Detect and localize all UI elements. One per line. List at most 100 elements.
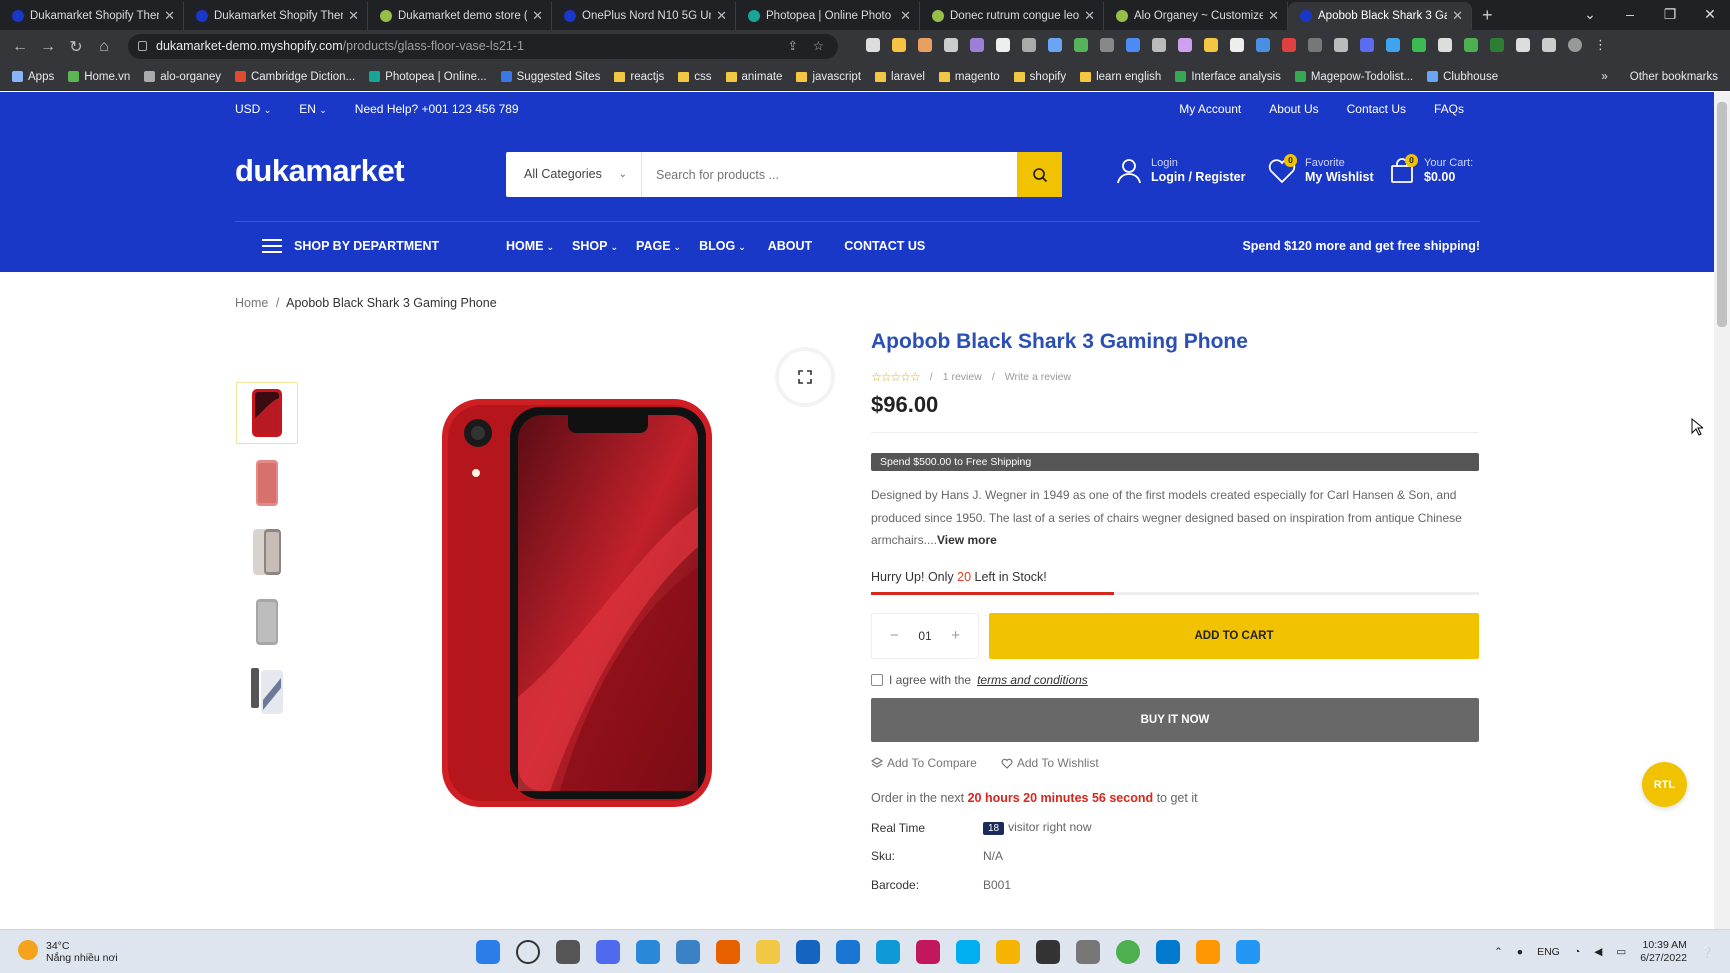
- minus-icon[interactable]: −: [890, 627, 899, 644]
- notification-icon[interactable]: ❔: [1701, 946, 1714, 959]
- nav-about[interactable]: ABOUT: [768, 239, 812, 253]
- breadcrumb-home[interactable]: Home: [235, 296, 268, 310]
- extension-icon[interactable]: [1126, 38, 1140, 52]
- close-icon[interactable]: ✕: [1452, 8, 1463, 24]
- app-icon[interactable]: [796, 940, 820, 964]
- extension-icon[interactable]: [1386, 38, 1400, 52]
- close-icon[interactable]: ✕: [164, 8, 175, 24]
- bookmark-apps[interactable]: Apps: [12, 71, 54, 83]
- scrollbar-thumb[interactable]: [1717, 102, 1727, 327]
- product-thumbnail[interactable]: [236, 660, 298, 722]
- nav-blog[interactable]: BLOG ⌄: [699, 239, 746, 253]
- home-icon[interactable]: ⌂: [90, 38, 118, 56]
- teams-icon[interactable]: [596, 940, 620, 964]
- bookmark-item[interactable]: Clubhouse: [1427, 71, 1498, 83]
- extension-icon[interactable]: [918, 38, 932, 52]
- extension-icon[interactable]: [996, 38, 1010, 52]
- sticky-notes-icon[interactable]: [756, 940, 780, 964]
- minimize-icon[interactable]: –: [1610, 0, 1650, 30]
- wishlist-link[interactable]: 0 Favorite My Wishlist: [1267, 154, 1374, 185]
- cart-link[interactable]: 0 Your Cart: $0.00: [1388, 154, 1473, 185]
- nav-home[interactable]: HOME ⌄: [506, 239, 554, 253]
- back-icon[interactable]: ←: [6, 38, 34, 56]
- lang-indicator[interactable]: ENG: [1537, 946, 1560, 958]
- forward-icon[interactable]: →: [34, 38, 62, 56]
- new-tab-icon[interactable]: +: [1482, 2, 1493, 30]
- add-to-wishlist-link[interactable]: Add To Wishlist: [1001, 756, 1099, 770]
- close-icon[interactable]: ✕: [1084, 8, 1095, 24]
- product-thumbnail[interactable]: [236, 591, 298, 653]
- product-thumbnail[interactable]: [236, 452, 298, 514]
- close-icon[interactable]: ✕: [900, 8, 911, 24]
- extension-icon[interactable]: [1178, 38, 1192, 52]
- language-select[interactable]: EN ⌄: [299, 102, 327, 116]
- sidepanel-icon[interactable]: [1542, 38, 1556, 52]
- extension-icon[interactable]: [1490, 38, 1504, 52]
- bookmark-item[interactable]: alo-organey: [144, 71, 221, 83]
- kebab-menu-icon[interactable]: ⋮: [1594, 38, 1608, 52]
- nav-page[interactable]: PAGE ⌄: [636, 239, 681, 253]
- nav-shop[interactable]: SHOP ⌄: [572, 239, 618, 253]
- about-us-link[interactable]: About Us: [1269, 102, 1318, 116]
- firefox-icon[interactable]: [716, 940, 740, 964]
- bookmark-item[interactable]: Home.vn: [68, 71, 130, 83]
- sublime-icon[interactable]: [1196, 940, 1220, 964]
- more-bookmarks-icon[interactable]: »: [1601, 71, 1607, 83]
- extension-icon[interactable]: [1438, 38, 1452, 52]
- file-explorer-icon[interactable]: [996, 940, 1020, 964]
- extension-icon[interactable]: [1230, 38, 1244, 52]
- bookmark-folder[interactable]: shopify: [1013, 71, 1066, 83]
- add-to-cart-button[interactable]: ADD TO CART: [989, 612, 1479, 659]
- chevron-up-icon[interactable]: ⌃: [1494, 946, 1503, 958]
- extension-icon[interactable]: [1074, 38, 1088, 52]
- volume-icon[interactable]: ◀: [1594, 946, 1602, 958]
- bookmark-item[interactable]: Suggested Sites: [500, 71, 600, 83]
- bookmark-folder[interactable]: javascript: [796, 71, 861, 83]
- todo-icon[interactable]: [636, 940, 660, 964]
- chrome-icon[interactable]: [1116, 940, 1140, 964]
- extension-icon[interactable]: [1360, 38, 1374, 52]
- app-icon[interactable]: [916, 940, 940, 964]
- shop-by-department[interactable]: SHOP BY DEPARTMENT: [262, 239, 439, 253]
- other-bookmarks[interactable]: Other bookmarks: [1630, 71, 1718, 83]
- notepad-icon[interactable]: [1236, 940, 1260, 964]
- write-review-link[interactable]: Write a review: [1005, 371, 1071, 383]
- puzzle-icon[interactable]: [1516, 38, 1530, 52]
- bookmark-item[interactable]: Magepow-Todolist...: [1294, 71, 1413, 83]
- close-icon[interactable]: ✕: [348, 8, 359, 24]
- extension-icon[interactable]: [892, 38, 906, 52]
- product-main-image[interactable]: [440, 397, 714, 809]
- extension-icon[interactable]: [1464, 38, 1478, 52]
- bookmark-star-icon[interactable]: ☆: [813, 34, 824, 59]
- contact-us-link[interactable]: Contact Us: [1347, 102, 1406, 116]
- mic-icon[interactable]: ●: [1517, 946, 1523, 958]
- windows-start-icon[interactable]: [476, 940, 500, 964]
- bookmark-folder[interactable]: css: [678, 71, 712, 83]
- search-button[interactable]: [1017, 152, 1062, 197]
- view-more-link[interactable]: View more: [937, 533, 997, 547]
- bookmark-item[interactable]: Photopea | Online...: [369, 71, 487, 83]
- extension-icon[interactable]: [1412, 38, 1426, 52]
- add-to-compare-link[interactable]: Add To Compare: [871, 756, 977, 770]
- page-scrollbar[interactable]: [1714, 92, 1730, 929]
- browser-tab[interactable]: Alo Organey ~ Customize ✕: [1104, 2, 1288, 30]
- extension-icon[interactable]: [1152, 38, 1166, 52]
- quantity-value[interactable]: 01: [918, 629, 931, 643]
- search-input[interactable]: [656, 152, 996, 197]
- extension-icon[interactable]: [944, 38, 958, 52]
- url-bar[interactable]: dukamarket-demo.myshopify.com/products/g…: [128, 34, 838, 59]
- extension-icon[interactable]: [1204, 38, 1218, 52]
- share-icon[interactable]: ⇪: [788, 34, 798, 59]
- bookmark-folder[interactable]: magento: [938, 71, 1000, 83]
- bookmark-folder[interactable]: laravel: [875, 71, 925, 83]
- weather-widget[interactable]: 34°C Nắng nhiều nơi: [18, 940, 118, 964]
- currency-select[interactable]: USD ⌄: [235, 102, 271, 116]
- login-link[interactable]: Login Login / Register: [1115, 157, 1245, 185]
- fullscreen-button[interactable]: [779, 351, 831, 403]
- search-icon[interactable]: [516, 940, 540, 964]
- product-thumbnail[interactable]: [236, 382, 298, 444]
- close-icon[interactable]: ✕: [1268, 8, 1279, 24]
- extension-icon[interactable]: [1022, 38, 1036, 52]
- site-logo[interactable]: dukamarket: [235, 153, 405, 189]
- app-icon[interactable]: [1076, 940, 1100, 964]
